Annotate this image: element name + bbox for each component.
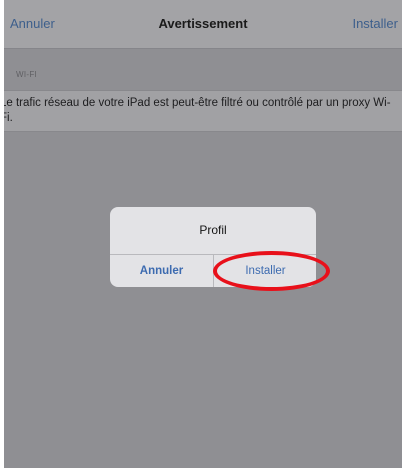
alert-cancel-button[interactable]: Annuler xyxy=(110,255,213,287)
navigation-bar: Annuler Avertissement Installer xyxy=(4,0,402,49)
warning-cell: Le trafic réseau de votre iPad est peut-… xyxy=(4,90,402,132)
nav-install-button[interactable]: Installer xyxy=(352,16,398,32)
section-header-wifi: WI-FI xyxy=(16,70,38,79)
alert-install-button[interactable]: Installer xyxy=(214,255,316,287)
profile-alert-dialog: Profil Annuler Installer xyxy=(110,207,316,287)
alert-title: Profil xyxy=(199,223,227,237)
warning-text: Le trafic réseau de votre iPad est peut-… xyxy=(4,97,391,124)
ios-screen: Annuler Avertissement Installer WI-FI Le… xyxy=(4,0,402,468)
nav-title: Avertissement xyxy=(158,16,248,31)
